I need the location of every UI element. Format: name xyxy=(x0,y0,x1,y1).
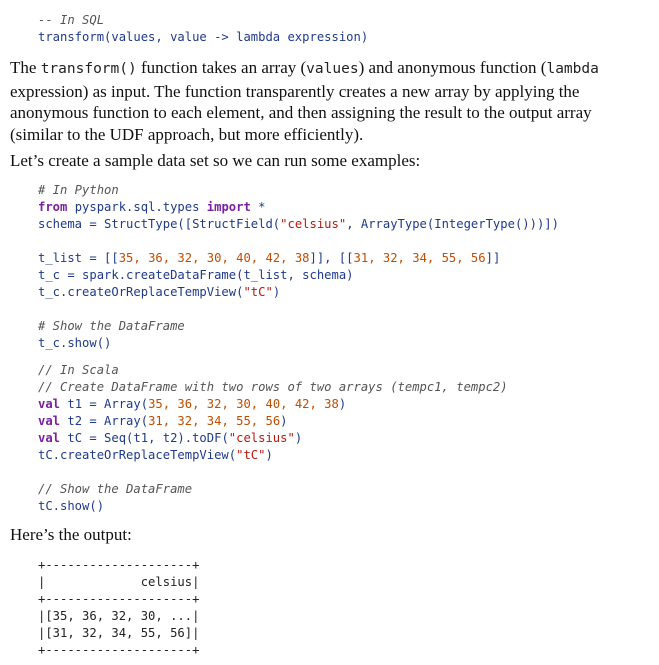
inline-code-lambda: lambda xyxy=(546,61,599,77)
keyword-val: val xyxy=(38,414,61,428)
import-wildcard: * xyxy=(250,200,266,214)
sql-code-block: -- In SQL transform(values, value -> lamb… xyxy=(38,12,368,46)
t1-numbers: 35, 36, 32, 30, 40, 42, 38 xyxy=(148,397,339,411)
scala-show-code-block: // Show the DataFrame tC.show() xyxy=(38,481,192,515)
output-table: +--------------------+ | celsius| +-------… xyxy=(38,557,199,659)
scala-tc-line: val tC = Seq(t1, t2).toDF("celsius") xyxy=(38,430,508,447)
python-show-line: t_c.show() xyxy=(38,336,112,350)
para1-text-1: The xyxy=(10,58,41,77)
para1-text-4: expression) as input. The function trans… xyxy=(10,81,592,144)
document-page: -- In SQL transform(values, value -> lamb… xyxy=(0,0,659,665)
output-border-mid: +--------------------+ xyxy=(38,592,200,606)
sql-transform-signature: transform(values, value -> lambda expres… xyxy=(38,30,369,44)
scala-view-string: "tC" xyxy=(236,448,266,462)
output-row: |[31, 32, 34, 55, 56]| xyxy=(38,626,200,640)
inline-code-values: values xyxy=(306,61,359,77)
tlist-code-b: ]], [[ xyxy=(309,251,354,265)
scala-show-comment: // Show the DataFrame xyxy=(38,482,193,496)
python-import-line: from pyspark.sql.types import * xyxy=(38,199,559,216)
schema-code-b: , ArrayType(IntegerType()))]) xyxy=(346,217,559,231)
scala-t1-line: val t1 = Array(35, 36, 32, 30, 40, 42, 3… xyxy=(38,396,508,413)
python-data-code-block: t_list = [[35, 36, 32, 30, 40, 42, 38]],… xyxy=(38,250,500,301)
tc-code-a: tC = Seq(t1, t2).toDF( xyxy=(60,431,229,445)
scala-view-code-b: ) xyxy=(265,448,273,462)
python-create-dataframe-line: t_c = spark.createDataFrame(t_list, sche… xyxy=(38,268,354,282)
tlist-numbers-2: 31, 32, 34, 55, 56 xyxy=(353,251,486,265)
output-border-bottom: +--------------------+ xyxy=(38,643,200,657)
python-show-comment: # Show the DataFrame xyxy=(38,319,185,333)
para1-text-2: function takes an array ( xyxy=(136,58,307,77)
t2-numbers: 31, 32, 34, 55, 56 xyxy=(148,414,281,428)
output-border-top: +--------------------+ xyxy=(38,558,200,572)
t1-code-a: t1 = Array( xyxy=(60,397,149,411)
import-module: pyspark.sql.types xyxy=(67,200,207,214)
scala-create-comment: // Create DataFrame with two rows of two… xyxy=(38,380,508,394)
scala-code-block: // In Scala // Create DataFrame with two … xyxy=(38,362,508,464)
schema-string: "celsius" xyxy=(280,217,347,231)
tc-string: "celsius" xyxy=(228,431,295,445)
output-header-row: | celsius| xyxy=(38,575,200,589)
output-intro-paragraph: Here’s the output: xyxy=(10,525,132,544)
tc-code-b: ) xyxy=(294,431,303,445)
keyword-from: from xyxy=(38,200,68,214)
view-code-a: t_c.createOrReplaceTempView( xyxy=(38,285,244,299)
transform-description-paragraph: The transform() function takes an array … xyxy=(10,57,630,145)
inline-code-transform: transform() xyxy=(40,61,137,77)
python-code-block: # In Python from pyspark.sql.types import… xyxy=(38,182,559,233)
sample-data-intro-paragraph: Let’s create a sample data set so we can… xyxy=(10,151,421,170)
scala-comment: // In Scala xyxy=(38,363,119,377)
view-string: "tC" xyxy=(243,285,273,299)
keyword-val: val xyxy=(38,431,61,445)
output-table-block: +--------------------+ | celsius| +-------… xyxy=(38,557,199,659)
t2-code-a: t2 = Array( xyxy=(60,414,149,428)
tlist-numbers-1: 35, 36, 32, 30, 40, 42, 38 xyxy=(118,251,310,265)
keyword-val: val xyxy=(38,397,61,411)
python-tlist-line: t_list = [[35, 36, 32, 30, 40, 42, 38]],… xyxy=(38,250,500,267)
schema-code-a: schema = StructType([StructField( xyxy=(38,217,281,231)
python-show-code-block: # Show the DataFrame t_c.show() xyxy=(38,318,185,352)
para1-text-3: ) and anonymous function ( xyxy=(358,58,547,77)
keyword-import: import xyxy=(206,200,251,214)
python-schema-line: schema = StructType([StructField("celsiu… xyxy=(38,216,559,233)
sql-comment: -- In SQL xyxy=(38,13,105,27)
python-temp-view-line: t_c.createOrReplaceTempView("tC") xyxy=(38,284,500,301)
output-row: |[35, 36, 32, 30, ...| xyxy=(38,609,200,623)
t2-code-b: ) xyxy=(280,414,288,428)
view-code-b: ) xyxy=(272,285,281,299)
scala-temp-view-line: tC.createOrReplaceTempView("tC") xyxy=(38,447,508,464)
scala-t2-line: val t2 = Array(31, 32, 34, 55, 56) xyxy=(38,413,508,430)
tlist-code-a: t_list = [[ xyxy=(38,251,119,265)
scala-show-line: tC.show() xyxy=(38,499,105,513)
t1-code-b: ) xyxy=(338,397,347,411)
scala-view-code-a: tC.createOrReplaceTempView( xyxy=(38,448,237,462)
python-comment: # In Python xyxy=(38,183,119,197)
tlist-code-c: ]] xyxy=(485,251,501,265)
